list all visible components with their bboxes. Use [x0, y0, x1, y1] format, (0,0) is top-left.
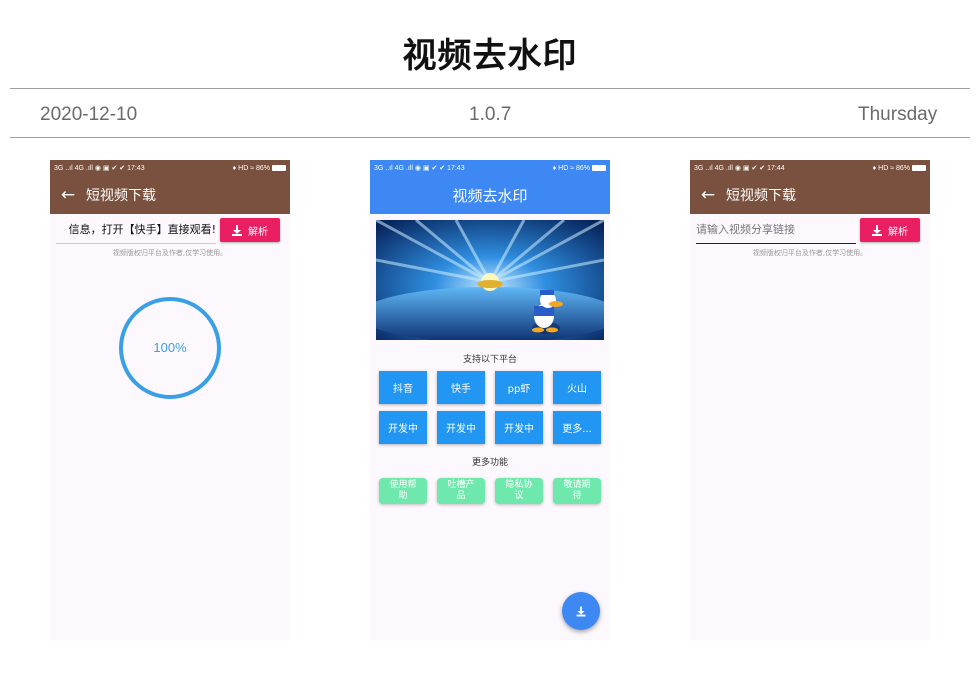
platform-button-in-development[interactable]: 开发中 — [437, 411, 485, 444]
copyright-disclaimer: 视频版权归平台及作者,仅学习使用。 — [112, 249, 228, 257]
status-left: 3G ..ıl 4G .ıll ◉ ▣ ✔ ✔ 17:43 — [374, 165, 465, 172]
app-bar-title: 视频去水印 — [452, 186, 528, 205]
phone-screen-download-progress: 3G ..ıl 4G .ıll ◉ ▣ ✔ ✔ 17:43 ♦ HD ≈ 86%… — [50, 160, 290, 640]
banner-image — [376, 220, 604, 340]
app-bar: ← 短视频下载 — [50, 176, 290, 214]
parse-button-label: 解析 — [888, 226, 908, 238]
download-icon — [576, 606, 586, 616]
status-bar: 3G ..ıl 4G .ıll ◉ ▣ ✔ ✔ 17:43 ♦ HD ≈ 86% — [50, 160, 290, 176]
parse-button[interactable]: 解析 — [220, 218, 280, 242]
platform-button-kuaishou[interactable]: 快手 — [437, 371, 485, 404]
platform-button-more[interactable]: 更多... — [553, 411, 601, 444]
battery-icon — [272, 165, 286, 171]
platform-button-douyin[interactable]: 抖音 — [379, 371, 427, 404]
battery-icon — [912, 165, 926, 171]
copyright-disclaimer: 视频版权归平台及作者,仅学习使用。 — [752, 249, 868, 257]
status-right: ♦ HD ≈ 86% — [872, 164, 910, 172]
coming-soon-button[interactable]: 敬请期待 — [553, 478, 601, 504]
status-right: ♦ HD ≈ 86% — [232, 164, 270, 172]
privacy-policy-button[interactable]: 隐私协议 — [495, 478, 543, 504]
battery-icon — [592, 165, 606, 171]
app-bar-title: 短视频下载 — [86, 188, 156, 204]
help-button[interactable]: 使用帮助 — [379, 478, 427, 504]
back-arrow-icon[interactable]: ← — [50, 185, 86, 205]
platform-button-in-development[interactable]: 开发中 — [379, 411, 427, 444]
status-left: 3G ..ıl 4G .ıll ◉ ▣ ✔ ✔ 17:44 — [694, 165, 785, 172]
parse-button[interactable]: 解析 — [860, 218, 920, 242]
app-bar: ← 短视频下载 — [690, 176, 930, 214]
status-bar: 3G ..ıl 4G .ıll ◉ ▣ ✔ ✔ 17:43 ♦ HD ≈ 86% — [370, 160, 610, 176]
status-right: ♦ HD ≈ 86% — [552, 164, 590, 172]
divider-bottom — [10, 137, 970, 138]
feedback-button[interactable]: 吐槽产品 — [437, 478, 485, 504]
back-arrow-icon[interactable]: ← — [690, 185, 726, 205]
more-features-heading: 更多功能 — [471, 458, 508, 468]
download-icon — [872, 224, 882, 236]
divider-top — [10, 88, 970, 89]
page-title: 视频去水印 — [402, 36, 578, 76]
version-label: 1.0.7 — [469, 104, 512, 125]
app-bar: 视频去水印 — [370, 176, 610, 214]
status-left: 3G ..ıl 4G .ıll ◉ ▣ ✔ ✔ 17:43 — [54, 165, 145, 172]
download-fab[interactable] — [562, 592, 600, 630]
phone-screen-download-input: 3G ..ıl 4G .ıll ◉ ▣ ✔ ✔ 17:44 ♦ HD ≈ 86%… — [690, 160, 930, 640]
phone-screen-home: 3G ..ıl 4G .ıll ◉ ▣ ✔ ✔ 17:43 ♦ HD ≈ 86%… — [370, 160, 610, 640]
weekday-label: Thursday — [858, 104, 938, 125]
link-input[interactable]: 信息，打开【快手】直接观看! — [56, 222, 216, 244]
platform-button-huoshan[interactable]: 火山 — [553, 371, 601, 404]
download-icon — [232, 224, 242, 236]
date-label: 2020-12-10 — [40, 104, 138, 125]
platform-button-in-development[interactable]: 开发中 — [495, 411, 543, 444]
app-bar-title: 短视频下载 — [726, 188, 796, 204]
link-input[interactable]: 请输入视频分享链接 — [696, 222, 856, 244]
status-bar: 3G ..ıl 4G .ıll ◉ ▣ ✔ ✔ 17:44 ♦ HD ≈ 86% — [690, 160, 930, 176]
platform-button-ppxia[interactable]: pp虾 — [495, 371, 543, 404]
parse-button-label: 解析 — [248, 226, 268, 238]
progress-percentage: 100% — [153, 340, 187, 355]
platforms-heading: 支持以下平台 — [462, 355, 517, 365]
